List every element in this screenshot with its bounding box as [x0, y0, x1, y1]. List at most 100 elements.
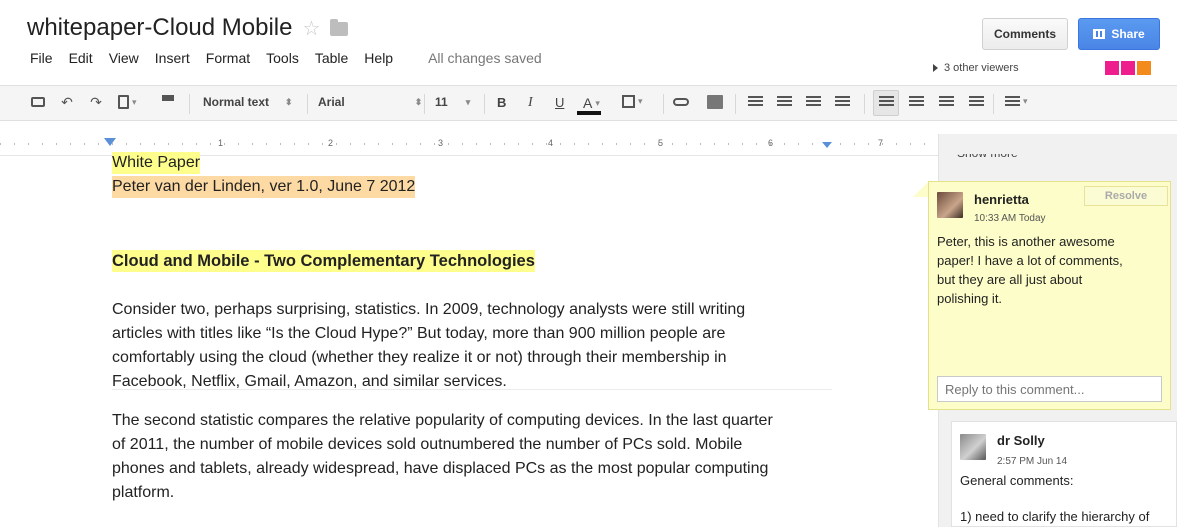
folder-icon[interactable] [330, 19, 349, 36]
comment-author: henrietta [974, 192, 1029, 207]
comment-body: 1) need to clarify the hierarchy of [960, 509, 1150, 524]
menu-view[interactable]: View [109, 50, 139, 66]
highlight-icon [622, 95, 635, 108]
updown-arrow-icon: ⬍ [285, 96, 293, 107]
ruler-number: 7 [878, 138, 884, 148]
reply-input[interactable] [937, 376, 1162, 402]
align-right-icon [939, 96, 954, 108]
doc-paragraph-line: articles with titles like “Is the Cloud … [112, 325, 726, 342]
justify-icon [969, 96, 984, 108]
undo-icon: ↶ [61, 94, 73, 110]
ruler-number: 3 [438, 138, 444, 148]
print-button[interactable] [31, 95, 45, 107]
line-spacing-button[interactable]: ▾ [1005, 95, 1028, 108]
doc-paragraph-line: platform. [112, 484, 175, 501]
text-color-indicator [577, 111, 601, 115]
increase-indent-button[interactable] [835, 95, 850, 108]
comment-line: but they are all just about [937, 272, 1083, 287]
highlight-color-button[interactable]: ▾ [622, 95, 643, 108]
comment-body: Peter, this is another awesome paper! I … [937, 232, 1167, 308]
doc-heading: Cloud and Mobile - Two Complementary Tec… [112, 250, 535, 272]
decrease-indent-button[interactable] [806, 95, 821, 108]
indent-marker-icon[interactable] [104, 138, 116, 146]
bulleted-list-button[interactable] [777, 95, 792, 108]
document-title-text[interactable]: whitepaper-Cloud Mobile [27, 14, 292, 42]
italic-button[interactable]: I [528, 95, 533, 111]
style-select-value: Normal text [203, 95, 270, 109]
style-select[interactable]: Normal text ⬍ [203, 95, 293, 109]
star-icon[interactable]: ☆ [302, 16, 320, 41]
clipboard-icon [118, 95, 129, 109]
menu-edit[interactable]: Edit [69, 50, 93, 66]
resolve-button[interactable]: Resolve [1084, 186, 1168, 206]
viewer-swatch[interactable] [1105, 61, 1119, 75]
doc-paragraph-line: Facebook, Netflix, Gmail, Amazon, and si… [112, 373, 507, 390]
viewer-swatch[interactable] [1137, 61, 1151, 75]
align-left-button[interactable] [879, 95, 894, 108]
toolbar-divider [735, 94, 736, 114]
bold-button[interactable]: B [497, 95, 506, 110]
redo-button[interactable]: ↷ [89, 95, 103, 109]
toolbar-divider [993, 94, 994, 114]
numbered-list-button[interactable] [748, 95, 763, 108]
comment-body: General comments: [960, 473, 1074, 488]
share-button[interactable]: Share [1078, 18, 1160, 50]
avatar [960, 434, 986, 460]
bulleted-list-icon [777, 96, 792, 108]
line-spacing-icon [1005, 96, 1020, 108]
increase-indent-icon [835, 96, 850, 108]
document-title[interactable]: whitepaper-Cloud Mobile ☆ [27, 14, 349, 42]
menu-insert[interactable]: Insert [155, 50, 190, 66]
ruler-number: 2 [328, 138, 334, 148]
menu-table[interactable]: Table [315, 50, 348, 66]
clipboard-button[interactable]: ▾ [118, 95, 137, 109]
insert-link-button[interactable] [673, 95, 689, 106]
menu-help[interactable]: Help [364, 50, 393, 66]
align-center-button[interactable] [909, 95, 924, 108]
menu-format[interactable]: Format [206, 50, 250, 66]
redo-icon: ↷ [90, 94, 102, 110]
toolbar-divider [307, 94, 308, 114]
ruler-ticks [0, 143, 938, 145]
toolbar-divider [484, 94, 485, 114]
viewer-swatch[interactable] [1121, 61, 1135, 75]
insert-image-button[interactable] [707, 95, 723, 109]
ruler-number: 4 [548, 138, 554, 148]
menu-bar: File Edit View Insert Format Tools Table… [30, 50, 542, 66]
viewer-swatches [1105, 61, 1151, 75]
save-status: All changes saved [428, 50, 542, 66]
doc-paragraph-line: phones and tablets, already widespread, … [112, 460, 769, 477]
align-center-icon [909, 96, 924, 108]
undo-button[interactable]: ↶ [60, 95, 74, 109]
ruler-number: 1 [218, 138, 224, 148]
doc-paragraph-line: comfortably using the cloud (whether the… [112, 349, 727, 366]
chevron-down-icon: ▾ [638, 96, 643, 106]
text-color-button[interactable]: A ▾ [583, 95, 600, 111]
underline-button[interactable]: U [555, 95, 564, 110]
align-right-button[interactable] [939, 95, 954, 108]
other-viewers-label: 3 other viewers [944, 62, 1019, 74]
toolbar-divider [424, 94, 425, 114]
other-viewers[interactable]: 3 other viewers [933, 62, 1019, 74]
paint-format-button[interactable] [162, 95, 174, 101]
font-select-value: Arial [318, 95, 345, 109]
comment-line: Peter, this is another awesome [937, 234, 1115, 249]
doc-paragraph-line: of 2011, the number of mobile devices so… [112, 436, 743, 453]
decrease-indent-icon [806, 96, 821, 108]
menu-file[interactable]: File [30, 50, 53, 66]
print-icon [31, 97, 45, 107]
comment-timestamp: 2:57 PM Jun 14 [997, 456, 1068, 467]
numbered-list-icon [748, 96, 763, 108]
ruler-number: 5 [658, 138, 664, 148]
font-size-select[interactable]: 11 ▾ [435, 95, 470, 109]
share-icon [1093, 29, 1106, 39]
font-select[interactable]: Arial ⬍ [318, 95, 422, 109]
comment-line: polishing it. [937, 291, 1003, 306]
comments-button[interactable]: Comments [982, 18, 1068, 50]
link-icon [673, 98, 689, 106]
toolbar-divider [864, 94, 865, 114]
chevron-down-icon: ▾ [595, 97, 600, 108]
menu-tools[interactable]: Tools [266, 50, 299, 66]
right-indent-marker-icon[interactable] [822, 142, 832, 148]
justify-button[interactable] [969, 95, 984, 108]
